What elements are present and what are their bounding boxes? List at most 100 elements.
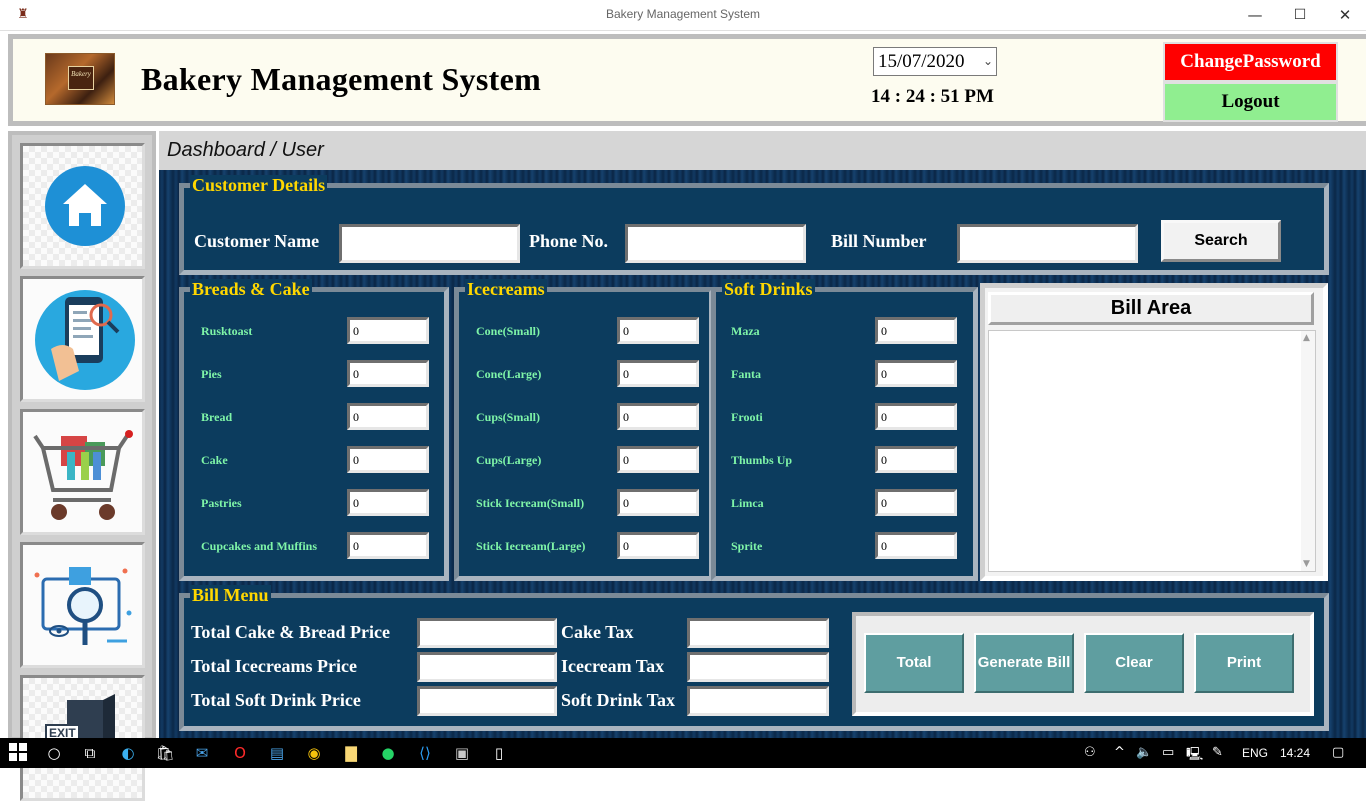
shopping-cart-icon <box>33 430 133 520</box>
stick-icecream-large-qty-input[interactable]: 0 <box>617 532 699 559</box>
rusktoast-qty-input[interactable]: 0 <box>347 317 429 344</box>
task-view-icon[interactable]: ⧉ <box>80 743 100 763</box>
cake-qty-input[interactable]: 0 <box>347 446 429 473</box>
cupcakes-muffins-qty-input[interactable]: 0 <box>347 532 429 559</box>
limca-qty-input[interactable]: 0 <box>875 489 957 516</box>
search-button[interactable]: Search <box>1161 220 1281 262</box>
change-password-button[interactable]: ChangePassword <box>1163 42 1338 82</box>
stick-icecream-small-qty-input[interactable]: 0 <box>617 489 699 516</box>
logo-badge: Bakery <box>68 66 94 90</box>
soft-drink-tax-label: Soft Drink Tax <box>561 690 676 710</box>
mail-icon[interactable]: ✉ <box>192 743 212 763</box>
minimize-button[interactable]: — <box>1232 2 1278 29</box>
scroll-up-icon[interactable]: ▲ <box>1303 333 1310 343</box>
cake-tax-label: Cake Tax <box>561 622 634 642</box>
file-explorer-icon[interactable]: ▇ <box>341 743 361 763</box>
phone-input[interactable] <box>625 224 806 263</box>
window-title: Bakery Management System <box>605 7 761 21</box>
windows-start-icon[interactable] <box>8 743 28 763</box>
logout-button[interactable]: Logout <box>1163 82 1338 122</box>
icecream-tax-label: Icecream Tax <box>561 656 665 676</box>
total-soft-drink-price-input[interactable] <box>417 686 557 716</box>
bill-number-input[interactable] <box>957 224 1138 263</box>
total-icecreams-price-label: Total Icecreams Price <box>191 656 357 676</box>
network-icon[interactable]: 🖳 <box>1186 745 1203 767</box>
bill-scrollbar[interactable]: ▲ ▼ <box>1301 331 1315 571</box>
total-button[interactable]: Total <box>864 633 964 693</box>
taskbar-clock[interactable]: 14:24 <box>1280 746 1310 760</box>
maza-qty-input[interactable]: 0 <box>875 317 957 344</box>
database-icon[interactable]: ▣ <box>452 743 472 763</box>
bill-menu-title: Bill Menu <box>190 585 271 606</box>
volume-icon[interactable]: 🔈 <box>1136 745 1152 760</box>
breads-cake-title: Breads & Cake <box>190 279 312 300</box>
main-content: Customer Details Customer Name Phone No.… <box>159 170 1366 742</box>
vscode-icon[interactable]: ⟨⟩ <box>415 743 435 763</box>
opera-icon[interactable]: O <box>230 743 250 763</box>
cups-small-qty-input[interactable]: 0 <box>617 403 699 430</box>
chrome-icon[interactable]: ◉ <box>304 743 324 763</box>
pies-label: Pies <box>201 367 222 381</box>
bread-label: Bread <box>201 410 233 424</box>
pastries-qty-input[interactable]: 0 <box>347 489 429 516</box>
total-icecreams-price-input[interactable] <box>417 652 557 682</box>
total-cake-bread-price-input[interactable] <box>417 618 557 648</box>
store-icon[interactable]: 🛍 <box>155 743 175 763</box>
header: Bakery Bakery Management System 15/07/20… <box>8 34 1366 126</box>
pies-qty-input[interactable]: 0 <box>347 360 429 387</box>
language-indicator[interactable]: ENG <box>1242 746 1268 760</box>
notifications-icon[interactable]: ▢ <box>1332 745 1344 760</box>
frooti-qty-input[interactable]: 0 <box>875 403 957 430</box>
bill-text-area[interactable]: ▲ ▼ <box>988 330 1316 572</box>
close-button[interactable]: ✕ <box>1322 2 1366 29</box>
bill-area-panel: Bill Area ▲ ▼ <box>980 283 1328 581</box>
soft-drink-tax-input[interactable] <box>687 686 829 716</box>
frooti-label: Frooti <box>731 410 763 424</box>
date-value: 15/07/2020 <box>878 51 965 72</box>
chevron-up-icon[interactable]: ^ <box>1114 745 1125 760</box>
fanta-qty-input[interactable]: 0 <box>875 360 957 387</box>
document-icon[interactable]: ▯ <box>489 743 509 763</box>
total-cake-bread-price-label: Total Cake & Bread Price <box>191 622 390 642</box>
inspection-icon <box>34 567 132 645</box>
cups-large-label: Cups(Large) <box>476 453 542 467</box>
cone-large-label: Cone(Large) <box>476 367 542 381</box>
search-icon[interactable]: ○ <box>44 743 64 763</box>
cake-tax-input[interactable] <box>687 618 829 648</box>
fanta-label: Fanta <box>731 367 761 381</box>
people-icon[interactable]: ⚇ <box>1084 745 1096 760</box>
cone-large-qty-input[interactable]: 0 <box>617 360 699 387</box>
clear-button[interactable]: Clear <box>1084 633 1184 693</box>
scroll-down-icon[interactable]: ▼ <box>1303 559 1310 569</box>
reports-button[interactable] <box>20 542 145 668</box>
home-button[interactable] <box>20 143 145 269</box>
date-picker[interactable]: 15/07/2020 ⌄ <box>873 47 997 76</box>
battery-icon[interactable]: ▭ <box>1162 745 1174 760</box>
thumbs-up-label: Thumbs Up <box>731 453 793 467</box>
phone-label: Phone No. <box>529 231 609 251</box>
cone-small-qty-input[interactable]: 0 <box>617 317 699 344</box>
cart-button[interactable] <box>20 409 145 535</box>
taskbar: ○ ⧉ ◐ 🛍 ✉ O ▤ ◉ ▇ ● ⟨⟩ ▣ ▯ ⚇ ^ 🔈 ▭ 🖳 ✎ E… <box>0 738 1366 768</box>
thumbs-up-qty-input[interactable]: 0 <box>875 446 957 473</box>
sprite-label: Sprite <box>731 539 763 553</box>
whatsapp-icon[interactable]: ● <box>378 743 398 763</box>
news-icon[interactable]: ▤ <box>267 743 287 763</box>
cups-large-qty-input[interactable]: 0 <box>617 446 699 473</box>
chevron-down-icon[interactable]: ⌄ <box>983 48 993 75</box>
maximize-button[interactable]: ☐ <box>1277 2 1323 29</box>
bread-qty-input[interactable]: 0 <box>347 403 429 430</box>
sprite-qty-input[interactable]: 0 <box>875 532 957 559</box>
generate-bill-button[interactable]: Generate Bill <box>974 633 1074 693</box>
icecreams-title: Icecreams <box>465 279 547 300</box>
soft-drinks-title: Soft Drinks <box>722 279 815 300</box>
customer-details-frame: Customer Details Customer Name Phone No.… <box>179 175 1329 275</box>
icecream-tax-input[interactable] <box>687 652 829 682</box>
search-items-button[interactable] <box>20 276 145 402</box>
pen-icon[interactable]: ✎ <box>1212 745 1223 760</box>
bill-number-label: Bill Number <box>831 231 927 251</box>
customer-name-input[interactable] <box>339 224 520 263</box>
print-button[interactable]: Print <box>1194 633 1294 693</box>
edge-browser-icon[interactable]: ◐ <box>118 743 138 763</box>
stick-icecream-small-label: Stick Iecream(Small) <box>476 496 585 510</box>
